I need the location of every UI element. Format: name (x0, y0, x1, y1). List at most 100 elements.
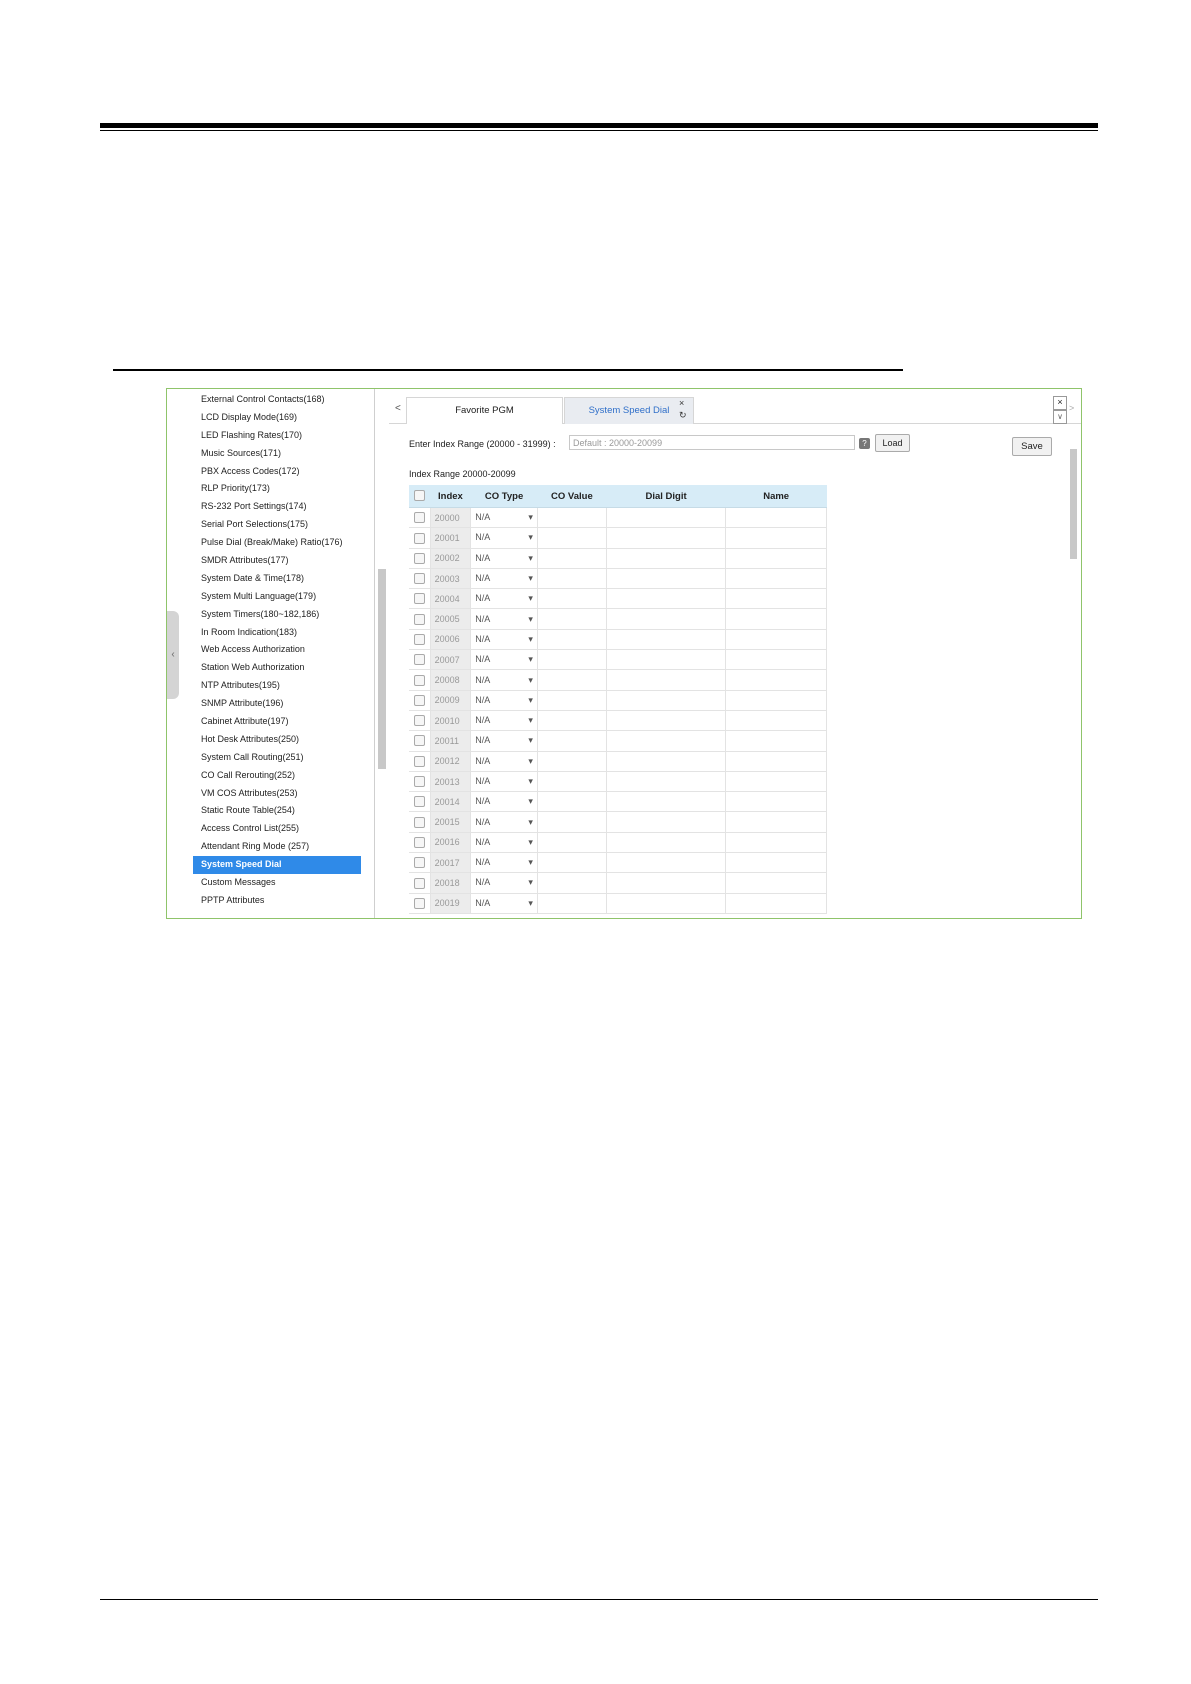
dropdown-arrow-icon[interactable]: ▾ (528, 675, 533, 686)
dial-digit-cell[interactable] (606, 751, 727, 772)
row-checkbox-cell[interactable] (409, 893, 431, 914)
co-type-select[interactable]: N/A ▾ (470, 608, 538, 630)
name-cell[interactable] (725, 548, 827, 569)
dial-digit-cell[interactable] (606, 548, 727, 569)
dial-digit-cell[interactable] (606, 872, 727, 894)
co-type-select[interactable]: N/A ▾ (470, 588, 538, 610)
tab-prev-icon[interactable]: < (395, 403, 401, 414)
sidebar-item[interactable]: Attendant Ring Mode (257) (193, 838, 361, 856)
row-checkbox-cell[interactable] (409, 649, 431, 671)
sidebar-item[interactable]: RS-232 Port Settings(174) (193, 498, 361, 516)
dial-digit-cell[interactable] (606, 568, 727, 590)
row-checkbox-cell[interactable] (409, 730, 431, 752)
co-value-cell[interactable] (537, 608, 607, 630)
sidebar-item[interactable]: Cabinet Attribute(197) (193, 713, 361, 731)
name-cell[interactable] (725, 568, 827, 590)
co-type-select[interactable]: N/A ▾ (470, 893, 538, 914)
tab-system-speed-dial[interactable]: System Speed Dial (564, 397, 694, 424)
select-all-checkbox[interactable] (414, 490, 426, 502)
dropdown-arrow-icon[interactable]: ▾ (528, 756, 533, 767)
name-cell[interactable] (725, 730, 827, 752)
main-scrollbar[interactable] (1070, 449, 1077, 559)
dropdown-arrow-icon[interactable]: ▾ (528, 715, 533, 726)
dial-digit-cell[interactable] (606, 507, 727, 529)
help-icon[interactable]: ? (859, 438, 870, 449)
co-value-cell[interactable] (537, 669, 607, 691)
co-value-cell[interactable] (537, 568, 607, 590)
sidebar-item[interactable]: NTP Attributes(195) (193, 677, 361, 695)
co-type-select[interactable]: N/A ▾ (470, 771, 538, 793)
row-checkbox[interactable] (413, 755, 425, 767)
sidebar-item[interactable]: LED Flashing Rates(170) (193, 427, 361, 445)
name-cell[interactable] (725, 649, 827, 671)
row-checkbox[interactable] (413, 674, 425, 686)
dial-digit-cell[interactable] (606, 710, 727, 732)
co-type-select[interactable]: N/A ▾ (470, 669, 538, 691)
co-value-cell[interactable] (537, 710, 607, 732)
co-value-cell[interactable] (537, 629, 607, 651)
dropdown-arrow-icon[interactable]: ▾ (528, 817, 533, 828)
dropdown-arrow-icon[interactable]: ▾ (528, 532, 533, 543)
sidebar-item[interactable]: Hot Desk Attributes(250) (193, 731, 361, 749)
dropdown-arrow-icon[interactable]: ▾ (528, 593, 533, 604)
row-checkbox-cell[interactable] (409, 811, 431, 833)
dial-digit-cell[interactable] (606, 791, 727, 813)
dropdown-arrow-icon[interactable]: ▾ (528, 634, 533, 645)
name-cell[interactable] (725, 751, 827, 772)
row-checkbox-cell[interactable] (409, 751, 431, 772)
row-checkbox[interactable] (413, 816, 425, 828)
dial-digit-cell[interactable] (606, 730, 727, 752)
dial-digit-cell[interactable] (606, 527, 727, 549)
co-type-select[interactable]: N/A ▾ (470, 730, 538, 752)
row-checkbox-cell[interactable] (409, 852, 431, 874)
dropdown-arrow-icon[interactable]: ▾ (528, 573, 533, 584)
sidebar-item[interactable]: PBX Access Codes(172) (193, 463, 361, 481)
sidebar-item[interactable]: External Control Contacts(168) (193, 391, 361, 409)
sidebar-item[interactable]: Pulse Dial (Break/Make) Ratio(176) (193, 534, 361, 552)
dropdown-arrow-icon[interactable]: ▾ (528, 796, 533, 807)
sidebar-item[interactable]: RLP Priority(173) (193, 480, 361, 498)
sidebar-item[interactable]: System Timers(180~182,186) (193, 606, 361, 624)
co-type-select[interactable]: N/A ▾ (470, 710, 538, 732)
row-checkbox[interactable] (413, 573, 425, 585)
row-checkbox[interactable] (413, 877, 425, 889)
dial-digit-cell[interactable] (606, 690, 727, 711)
dropdown-arrow-icon[interactable]: ▾ (528, 735, 533, 746)
row-checkbox-cell[interactable] (409, 588, 431, 610)
co-value-cell[interactable] (537, 507, 607, 529)
dial-digit-cell[interactable] (606, 771, 727, 793)
row-checkbox[interactable] (413, 654, 425, 666)
row-checkbox-cell[interactable] (409, 568, 431, 590)
row-checkbox-cell[interactable] (409, 507, 431, 529)
row-checkbox[interactable] (413, 836, 425, 848)
co-value-cell[interactable] (537, 872, 607, 894)
row-checkbox[interactable] (413, 613, 425, 625)
dropdown-arrow-icon[interactable]: ▾ (528, 898, 533, 909)
dial-digit-cell[interactable] (606, 811, 727, 833)
dial-digit-cell[interactable] (606, 629, 727, 651)
co-value-cell[interactable] (537, 791, 607, 813)
sidebar-item[interactable]: Custom Messages (193, 874, 361, 892)
co-value-cell[interactable] (537, 852, 607, 874)
name-cell[interactable] (725, 811, 827, 833)
sidebar-item[interactable]: System Date & Time(178) (193, 570, 361, 588)
row-checkbox-cell[interactable] (409, 791, 431, 813)
dropdown-arrow-icon[interactable]: ▾ (528, 776, 533, 787)
name-cell[interactable] (725, 893, 827, 914)
dropdown-arrow-icon[interactable]: ▾ (528, 877, 533, 888)
co-type-select[interactable]: N/A ▾ (470, 852, 538, 874)
co-value-cell[interactable] (537, 832, 607, 854)
name-cell[interactable] (725, 588, 827, 610)
row-checkbox[interactable] (413, 633, 425, 645)
dial-digit-cell[interactable] (606, 832, 727, 854)
co-type-select[interactable]: N/A ▾ (470, 791, 538, 813)
sidebar-item[interactable]: In Room Indication(183) (193, 624, 361, 642)
row-checkbox-cell[interactable] (409, 771, 431, 793)
row-checkbox-cell[interactable] (409, 832, 431, 854)
co-type-select[interactable]: N/A ▾ (470, 751, 538, 772)
row-checkbox[interactable] (413, 694, 425, 706)
row-checkbox[interactable] (413, 796, 425, 808)
dropdown-arrow-icon[interactable]: ▾ (528, 695, 533, 706)
dropdown-arrow-icon[interactable]: ▾ (528, 512, 533, 523)
co-value-cell[interactable] (537, 690, 607, 711)
